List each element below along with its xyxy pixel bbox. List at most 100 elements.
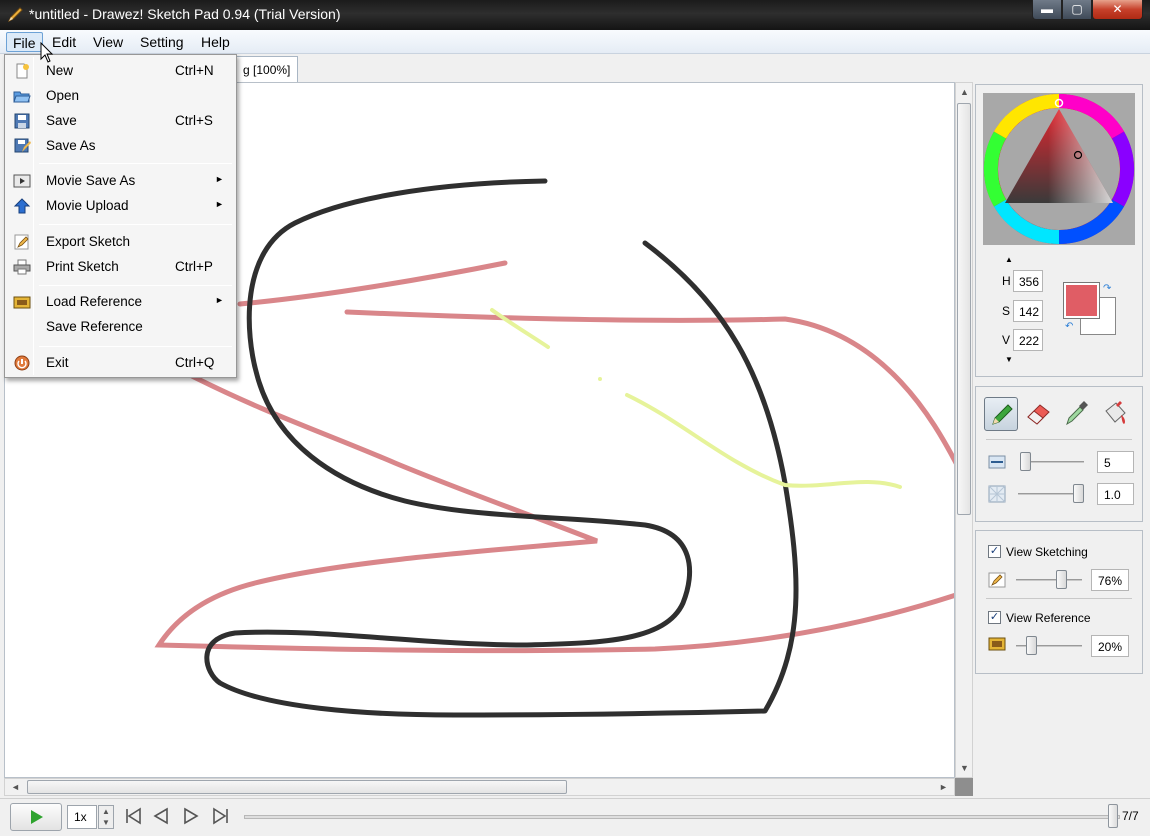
saturation-label: S — [1002, 304, 1011, 318]
menu-item-shortcut: Ctrl+P — [175, 259, 213, 274]
window-title: *untitled - Drawez! Sketch Pad 0.94 (Tri… — [29, 6, 341, 22]
horizontal-scrollbar[interactable]: ◄ ► — [4, 778, 955, 796]
menu-item-load-reference[interactable]: Load Reference ► — [7, 290, 234, 314]
saturation-input[interactable]: 142 — [1013, 300, 1043, 322]
reset-colors-icon[interactable]: ↶ — [1065, 321, 1073, 332]
menu-item-shortcut: Ctrl+N — [175, 63, 214, 78]
playback-speed-input[interactable]: 1x — [67, 805, 97, 829]
color-wheel[interactable] — [983, 93, 1135, 245]
first-frame-icon[interactable] — [122, 805, 144, 827]
menu-item-save-as[interactable]: Save As — [7, 134, 234, 158]
menu-item-exit[interactable]: Exit Ctrl+Q — [7, 351, 234, 375]
menu-item-label: Save Reference — [46, 319, 143, 334]
color-panel: ▲ H 356 S 142 V 222 ▼ ↷ ↶ — [975, 84, 1143, 377]
black-stroke-s — [204, 178, 799, 718]
hue-input[interactable]: 356 — [1013, 270, 1043, 292]
spin-down-icon[interactable]: ▼ — [102, 818, 110, 827]
eraser-tool-button[interactable] — [1022, 397, 1056, 431]
menu-item-shortcut: Ctrl+S — [175, 113, 213, 128]
brush-size-input[interactable]: 5 — [1097, 451, 1134, 473]
eraser-tool-icon — [1027, 404, 1050, 425]
scroll-left-icon[interactable]: ◄ — [11, 782, 20, 792]
yellow-dot — [598, 377, 602, 381]
menu-item-label: Export Sketch — [46, 234, 131, 249]
load-reference-icon — [13, 296, 31, 309]
scroll-right-icon[interactable]: ► — [939, 782, 948, 792]
timeline-track[interactable] — [244, 815, 1120, 819]
last-frame-icon[interactable] — [210, 805, 232, 827]
scroll-up-icon[interactable]: ▲ — [960, 87, 969, 97]
menu-bar: File Edit View Setting Help — [0, 30, 1150, 54]
menu-item-export-sketch[interactable]: Export Sketch — [7, 230, 234, 254]
tool-panel: 5 1.0 — [975, 386, 1143, 522]
sketch-opacity-input[interactable]: 76% — [1091, 569, 1129, 591]
sketch-opacity-track[interactable] — [1016, 579, 1082, 581]
opacity-input[interactable]: 1.0 — [1097, 483, 1134, 505]
value-input[interactable]: 222 — [1013, 329, 1043, 351]
previous-frame-icon[interactable] — [150, 805, 172, 827]
vertical-scroll-thumb[interactable] — [957, 103, 971, 515]
play-icon — [31, 810, 43, 824]
pencil-app-icon — [7, 7, 23, 23]
new-file-icon — [16, 63, 29, 79]
menu-separator — [39, 163, 232, 164]
open-folder-icon — [13, 91, 31, 103]
close-button[interactable]: ✕ — [1092, 0, 1143, 20]
speed-spinner[interactable]: ▲ ▼ — [98, 805, 114, 829]
view-reference-checkbox[interactable]: ✓ — [988, 611, 1001, 624]
maximize-button[interactable]: ▢ — [1062, 0, 1092, 20]
menu-item-print-sketch[interactable]: Print Sketch Ctrl+P — [7, 255, 234, 279]
menu-item-save[interactable]: Save Ctrl+S — [7, 109, 234, 133]
pink-stroke-1 — [237, 260, 508, 307]
spin-up-icon[interactable]: ▲ — [102, 807, 110, 816]
reference-opacity-thumb[interactable] — [1026, 636, 1037, 655]
eyedropper-tool-icon — [1066, 401, 1088, 426]
opacity-thumb[interactable] — [1073, 484, 1084, 503]
menu-item-save-reference[interactable]: Save Reference — [7, 315, 234, 339]
eyedropper-tool-button[interactable] — [1060, 397, 1094, 431]
horizontal-scroll-thumb[interactable] — [27, 780, 567, 794]
exit-icon — [14, 355, 30, 371]
close-icon: ✕ — [1112, 2, 1123, 16]
view-divider — [986, 598, 1132, 599]
hsv-down-arrow-icon[interactable]: ▼ — [1005, 355, 1013, 364]
view-panel: ✓ View Sketching 76% ✓ View Reference 20… — [975, 530, 1143, 674]
menu-item-label: Print Sketch — [46, 259, 119, 274]
pencil-tool-button[interactable] — [984, 397, 1018, 431]
menu-setting[interactable]: Setting — [134, 32, 190, 52]
timeline-thumb[interactable] — [1108, 804, 1118, 828]
menu-view[interactable]: View — [87, 32, 129, 52]
hsv-up-arrow-icon[interactable]: ▲ — [1005, 255, 1013, 264]
minimize-button[interactable]: ▬ — [1032, 0, 1062, 20]
swap-colors-icon[interactable]: ↷ — [1103, 283, 1111, 294]
document-tab[interactable]: g [100%] — [236, 56, 298, 82]
next-frame-icon[interactable] — [180, 805, 202, 827]
menu-item-label: Movie Save As — [46, 173, 136, 188]
vertical-scrollbar[interactable]: ▲ ▼ — [955, 82, 973, 778]
menu-item-movie-upload[interactable]: Movie Upload ► — [7, 194, 234, 218]
opacity-icon — [988, 485, 1006, 503]
fill-bucket-tool-button[interactable] — [1098, 397, 1132, 431]
menu-item-shortcut: Ctrl+Q — [175, 355, 215, 370]
right-panel: ▲ H 356 S 142 V 222 ▼ ↷ ↶ 5 1.0 ✓ View S… — [975, 84, 1143, 792]
menu-item-movie-save-as[interactable]: Movie Save As ► — [7, 169, 234, 193]
menu-file[interactable]: File — [6, 32, 43, 52]
yellow-stroke-1 — [490, 308, 550, 349]
play-button[interactable] — [10, 803, 62, 831]
foreground-color-swatch[interactable] — [1063, 282, 1100, 319]
title-bar[interactable]: *untitled - Drawez! Sketch Pad 0.94 (Tri… — [0, 0, 1150, 30]
reference-opacity-input[interactable]: 20% — [1091, 635, 1129, 657]
pencil-tool-icon — [992, 404, 1013, 425]
submenu-arrow-icon: ► — [215, 199, 224, 209]
view-sketching-checkbox[interactable]: ✓ — [988, 545, 1001, 558]
sketch-opacity-thumb[interactable] — [1056, 570, 1067, 589]
menu-item-open[interactable]: Open — [7, 84, 234, 108]
menu-help[interactable]: Help — [195, 32, 236, 52]
brush-size-thumb[interactable] — [1020, 452, 1031, 471]
submenu-arrow-icon: ► — [215, 174, 224, 184]
frame-counter: 7/7 — [1122, 809, 1139, 823]
scroll-down-icon[interactable]: ▼ — [960, 763, 969, 773]
menu-item-label: Movie Upload — [46, 198, 129, 213]
view-sketching-label: View Sketching — [1006, 545, 1088, 559]
sketch-layer-icon — [988, 572, 1006, 588]
